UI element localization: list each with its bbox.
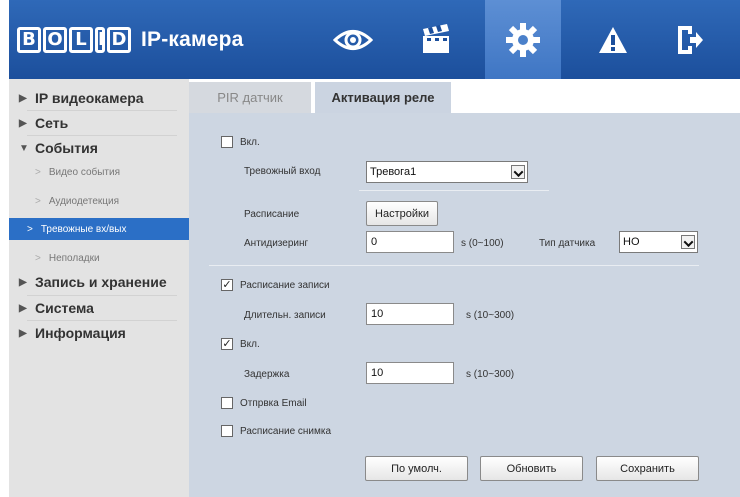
- brand-logo: B O L I D IP-камера: [17, 26, 244, 54]
- record-duration-range: s (10~300): [466, 310, 515, 321]
- default-button[interactable]: По умолч.: [365, 456, 468, 481]
- sidebar-subitem-alarm-io[interactable]: > Тревожные вх/вых: [9, 218, 189, 240]
- settings-nav[interactable]: [485, 0, 561, 79]
- save-button-label: Сохранить: [620, 462, 675, 475]
- sidebar-item-events[interactable]: ▼ События: [9, 137, 189, 159]
- chevron-right-icon: >: [35, 195, 41, 207]
- record-duration-input[interactable]: 10: [366, 303, 454, 325]
- sidebar-divider: [27, 110, 177, 111]
- sidebar-divider: [27, 135, 177, 136]
- sensor-type-select[interactable]: НО: [619, 231, 698, 253]
- sidebar-subitem-label: Неполадки: [48, 252, 100, 264]
- settings-panel: Вкл. Тревожный вход Тревога1 Расписание …: [189, 113, 740, 497]
- sidebar-subitem-label: Аудиодетекция: [48, 195, 120, 207]
- schedule-settings-label: Настройки: [375, 207, 429, 220]
- snapshot-schedule-label: Расписание снимка: [240, 426, 332, 437]
- logo-letter: L: [69, 27, 93, 53]
- tab-label: PIR датчик: [217, 90, 283, 105]
- playback-nav[interactable]: [409, 13, 463, 67]
- exit-icon: [678, 26, 703, 54]
- tab-pir-sensor[interactable]: PIR датчик: [189, 82, 311, 113]
- logo-mark: B O L I D: [17, 27, 131, 53]
- send-email-label: Отпрвка Email: [240, 398, 307, 409]
- alarm-input-select[interactable]: Тревога1: [366, 161, 528, 183]
- record-schedule-label: Расписание записи: [240, 280, 330, 291]
- eye-icon: [333, 30, 373, 50]
- sidebar-item-label: IP видеокамера: [35, 90, 144, 106]
- send-email-checkbox[interactable]: [221, 397, 233, 409]
- sidebar-subitem-label: Видео события: [48, 166, 121, 178]
- sidebar-item-label: Система: [35, 300, 94, 316]
- app-title: IP-камера: [141, 28, 244, 51]
- section-divider: [359, 190, 549, 191]
- live-view-nav[interactable]: [326, 13, 380, 67]
- delay-input[interactable]: 10: [366, 362, 454, 384]
- schedule-settings-button[interactable]: Настройки: [366, 201, 438, 226]
- relay-enable-checkbox[interactable]: ✓: [221, 338, 233, 350]
- sidebar-item-system[interactable]: ▶ Система: [9, 297, 189, 319]
- sidebar-item-label: Информация: [35, 325, 126, 341]
- default-button-label: По умолч.: [391, 462, 442, 475]
- antidither-input[interactable]: 0: [366, 231, 454, 253]
- expand-arrow-icon: ▶: [19, 92, 27, 104]
- expand-arrow-icon: ▶: [19, 327, 27, 339]
- alarm-nav[interactable]: [586, 13, 640, 67]
- sidebar-item-information[interactable]: ▶ Информация: [9, 322, 189, 344]
- sensor-type-value: НО: [623, 236, 640, 248]
- top-bar: B O L I D IP-камера: [9, 0, 740, 79]
- sidebar-item-label: Сеть: [35, 115, 69, 131]
- sidebar-divider: [27, 295, 177, 296]
- relay-enable-label: Вкл.: [240, 339, 260, 350]
- sidebar: ▶ IP видеокамера ▶ Сеть ▼ События > Виде…: [9, 79, 189, 497]
- expand-arrow-icon: ▶: [19, 302, 27, 314]
- chevron-down-icon: [511, 165, 525, 179]
- sidebar-subitem-faults[interactable]: > Неполадки: [9, 248, 189, 268]
- sidebar-divider: [27, 320, 177, 321]
- sidebar-item-label: События: [35, 140, 98, 156]
- collapse-arrow-icon: ▼: [19, 142, 29, 154]
- sidebar-item-ip-camera[interactable]: ▶ IP видеокамера: [9, 87, 189, 109]
- gear-icon: [506, 22, 540, 57]
- alarm-input-label: Тревожный вход: [244, 166, 321, 177]
- chevron-down-icon: [681, 235, 695, 249]
- sidebar-item-network[interactable]: ▶ Сеть: [9, 112, 189, 134]
- refresh-button-label: Обновить: [506, 462, 557, 475]
- sensor-type-label: Тип датчика: [539, 238, 596, 249]
- expand-arrow-icon: ▶: [19, 276, 27, 288]
- section-divider: [209, 265, 699, 266]
- chevron-right-icon: >: [35, 166, 41, 178]
- logo-letter: D: [107, 27, 131, 53]
- logo-letter: O: [43, 27, 67, 53]
- snapshot-schedule-checkbox[interactable]: [221, 425, 233, 437]
- chevron-right-icon: >: [27, 223, 33, 235]
- record-duration-label: Длительн. записи: [244, 310, 326, 321]
- schedule-label: Расписание: [244, 209, 300, 220]
- main-content: PIR датчик Активация реле Вкл. Тревожный…: [189, 79, 740, 497]
- tab-label: Активация реле: [331, 90, 435, 105]
- antidither-label: Антидизеринг: [244, 238, 309, 249]
- sidebar-item-label: Запись и хранение: [35, 274, 167, 290]
- enable-checkbox[interactable]: [221, 136, 233, 148]
- antidither-range: s (0~100): [461, 238, 504, 249]
- enable-label: Вкл.: [240, 137, 260, 148]
- save-button[interactable]: Сохранить: [596, 456, 699, 481]
- chevron-right-icon: >: [35, 252, 41, 264]
- tab-bar: PIR датчик Активация реле: [189, 82, 455, 113]
- sidebar-subitem-video-events[interactable]: > Видео события: [9, 162, 189, 182]
- clapperboard-icon: [423, 24, 449, 53]
- sidebar-subitem-audio-detection[interactable]: > Аудиодетекция: [9, 191, 189, 211]
- delay-range: s (10~300): [466, 369, 515, 380]
- warning-icon: [599, 27, 627, 53]
- logo-letter: B: [17, 27, 41, 53]
- delay-label: Задержка: [244, 369, 290, 380]
- alarm-input-value: Тревога1: [370, 166, 417, 178]
- record-schedule-checkbox[interactable]: ✓: [221, 279, 233, 291]
- sidebar-item-recording-storage[interactable]: ▶ Запись и хранение: [9, 271, 189, 293]
- expand-arrow-icon: ▶: [19, 117, 27, 129]
- sidebar-subitem-label: Тревожные вх/вых: [40, 223, 127, 235]
- logo-letter: I: [95, 27, 105, 53]
- tab-relay-activation[interactable]: Активация реле: [315, 82, 451, 113]
- refresh-button[interactable]: Обновить: [480, 456, 583, 481]
- logout-nav[interactable]: [663, 13, 717, 67]
